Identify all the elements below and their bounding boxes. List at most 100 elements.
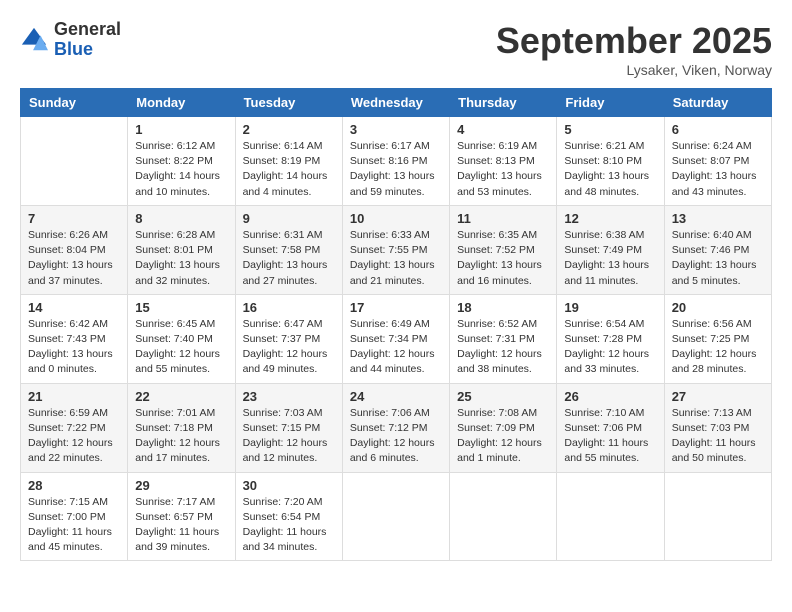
day-info: Sunrise: 7:13 AMSunset: 7:03 PMDaylight:… — [672, 406, 764, 467]
weekday-header-wednesday: Wednesday — [342, 89, 449, 117]
day-info: Sunrise: 7:17 AMSunset: 6:57 PMDaylight:… — [135, 495, 227, 556]
day-info: Sunrise: 6:31 AMSunset: 7:58 PMDaylight:… — [243, 228, 335, 289]
day-number: 14 — [28, 300, 120, 315]
title-area: September 2025 Lysaker, Viken, Norway — [496, 20, 772, 78]
day-info: Sunrise: 7:03 AMSunset: 7:15 PMDaylight:… — [243, 406, 335, 467]
day-info: Sunrise: 6:40 AMSunset: 7:46 PMDaylight:… — [672, 228, 764, 289]
day-info: Sunrise: 6:52 AMSunset: 7:31 PMDaylight:… — [457, 317, 549, 378]
day-info: Sunrise: 6:42 AMSunset: 7:43 PMDaylight:… — [28, 317, 120, 378]
calendar-cell — [664, 472, 771, 561]
day-info: Sunrise: 6:56 AMSunset: 7:25 PMDaylight:… — [672, 317, 764, 378]
calendar-cell: 3Sunrise: 6:17 AMSunset: 8:16 PMDaylight… — [342, 117, 449, 206]
calendar-week-row: 28 Sunrise: 7:15 AMSunset: 7:00 PMDayligh… — [21, 472, 772, 561]
logo-icon — [20, 26, 48, 54]
day-number: 22 — [135, 389, 227, 404]
day-number: 8 — [135, 211, 227, 226]
calendar-cell: 9Sunrise: 6:31 AMSunset: 7:58 PMDaylight… — [235, 205, 342, 294]
weekday-header-friday: Friday — [557, 89, 664, 117]
weekday-header-row: SundayMondayTuesdayWednesdayThursdayFrid… — [21, 89, 772, 117]
day-number: 20 — [672, 300, 764, 315]
calendar-week-row: 14 Sunrise: 6:42 AMSunset: 7:43 PMDayligh… — [21, 294, 772, 383]
day-number: 28 — [28, 478, 120, 493]
day-info: Sunrise: 7:15 AMSunset: 7:00 PMDaylight:… — [28, 495, 120, 556]
day-info: Sunrise: 7:01 AMSunset: 7:18 PMDaylight:… — [135, 406, 227, 467]
calendar-cell: 20 Sunrise: 6:56 AMSunset: 7:25 PMDayligh… — [664, 294, 771, 383]
calendar-cell: 21Sunrise: 6:59 AMSunset: 7:22 PMDayligh… — [21, 383, 128, 472]
calendar-cell: 5Sunrise: 6:21 AMSunset: 8:10 PMDaylight… — [557, 117, 664, 206]
calendar-cell: 24 Sunrise: 7:06 AMSunset: 7:12 PMDayligh… — [342, 383, 449, 472]
day-info: Sunrise: 6:14 AMSunset: 8:19 PMDaylight:… — [243, 139, 335, 200]
calendar-cell: 22 Sunrise: 7:01 AMSunset: 7:18 PMDayligh… — [128, 383, 235, 472]
day-number: 23 — [243, 389, 335, 404]
day-info: Sunrise: 6:38 AMSunset: 7:49 PMDaylight:… — [564, 228, 656, 289]
day-info: Sunrise: 6:47 AMSunset: 7:37 PMDaylight:… — [243, 317, 335, 378]
day-number: 1 — [135, 122, 227, 137]
calendar-cell: 25 Sunrise: 7:08 AMSunset: 7:09 PMDayligh… — [450, 383, 557, 472]
calendar-cell: 29 Sunrise: 7:17 AMSunset: 6:57 PMDayligh… — [128, 472, 235, 561]
day-info: Sunrise: 7:20 AMSunset: 6:54 PMDaylight:… — [243, 495, 335, 556]
day-info: Sunrise: 6:54 AMSunset: 7:28 PMDaylight:… — [564, 317, 656, 378]
calendar-week-row: 7 Sunrise: 6:26 AMSunset: 8:04 PMDaylight… — [21, 205, 772, 294]
calendar-cell: 30 Sunrise: 7:20 AMSunset: 6:54 PMDayligh… — [235, 472, 342, 561]
day-info: Sunrise: 7:10 AMSunset: 7:06 PMDaylight:… — [564, 406, 656, 467]
calendar-cell: 6Sunrise: 6:24 AMSunset: 8:07 PMDaylight… — [664, 117, 771, 206]
calendar-cell: 18 Sunrise: 6:52 AMSunset: 7:31 PMDayligh… — [450, 294, 557, 383]
calendar-cell: 8 Sunrise: 6:28 AMSunset: 8:01 PMDaylight… — [128, 205, 235, 294]
calendar-cell: 13 Sunrise: 6:40 AMSunset: 7:46 PMDayligh… — [664, 205, 771, 294]
day-number: 10 — [350, 211, 442, 226]
day-number: 12 — [564, 211, 656, 226]
day-info: Sunrise: 6:21 AMSunset: 8:10 PMDaylight:… — [564, 139, 656, 200]
day-number: 16 — [243, 300, 335, 315]
calendar-cell: 19Sunrise: 6:54 AMSunset: 7:28 PMDayligh… — [557, 294, 664, 383]
day-number: 27 — [672, 389, 764, 404]
weekday-header-sunday: Sunday — [21, 89, 128, 117]
weekday-header-monday: Monday — [128, 89, 235, 117]
day-number: 29 — [135, 478, 227, 493]
calendar-cell: 7 Sunrise: 6:26 AMSunset: 8:04 PMDaylight… — [21, 205, 128, 294]
day-number: 4 — [457, 122, 549, 137]
calendar-cell: 27 Sunrise: 7:13 AMSunset: 7:03 PMDayligh… — [664, 383, 771, 472]
calendar-cell — [342, 472, 449, 561]
day-number: 25 — [457, 389, 549, 404]
day-info: Sunrise: 6:12 AMSunset: 8:22 PMDaylight:… — [135, 139, 227, 200]
calendar-cell: 11Sunrise: 6:35 AMSunset: 7:52 PMDayligh… — [450, 205, 557, 294]
calendar-cell — [557, 472, 664, 561]
day-info: Sunrise: 6:33 AMSunset: 7:55 PMDaylight:… — [350, 228, 442, 289]
calendar-cell: 10 Sunrise: 6:33 AMSunset: 7:55 PMDayligh… — [342, 205, 449, 294]
calendar-cell: 2 Sunrise: 6:14 AMSunset: 8:19 PMDaylight… — [235, 117, 342, 206]
day-info: Sunrise: 7:06 AMSunset: 7:12 PMDaylight:… — [350, 406, 442, 467]
calendar-cell: 4 Sunrise: 6:19 AMSunset: 8:13 PMDaylight… — [450, 117, 557, 206]
month-title: September 2025 — [496, 20, 772, 62]
day-info: Sunrise: 6:19 AMSunset: 8:13 PMDaylight:… — [457, 139, 549, 200]
weekday-header-tuesday: Tuesday — [235, 89, 342, 117]
day-number: 21 — [28, 389, 120, 404]
logo: General Blue — [20, 20, 121, 60]
calendar-cell: 14 Sunrise: 6:42 AMSunset: 7:43 PMDayligh… — [21, 294, 128, 383]
calendar-cell: 28 Sunrise: 7:15 AMSunset: 7:00 PMDayligh… — [21, 472, 128, 561]
day-info: Sunrise: 7:08 AMSunset: 7:09 PMDaylight:… — [457, 406, 549, 467]
calendar-cell: 17Sunrise: 6:49 AMSunset: 7:34 PMDayligh… — [342, 294, 449, 383]
day-number: 15 — [135, 300, 227, 315]
day-number: 26 — [564, 389, 656, 404]
day-info: Sunrise: 6:35 AMSunset: 7:52 PMDaylight:… — [457, 228, 549, 289]
calendar-cell: 1 Sunrise: 6:12 AMSunset: 8:22 PMDaylight… — [128, 117, 235, 206]
day-number: 13 — [672, 211, 764, 226]
day-info: Sunrise: 6:28 AMSunset: 8:01 PMDaylight:… — [135, 228, 227, 289]
calendar-week-row: 1 Sunrise: 6:12 AMSunset: 8:22 PMDaylight… — [21, 117, 772, 206]
logo-text: General Blue — [54, 20, 121, 60]
day-number: 7 — [28, 211, 120, 226]
calendar-cell: 16 Sunrise: 6:47 AMSunset: 7:37 PMDayligh… — [235, 294, 342, 383]
page-header: General Blue September 2025 Lysaker, Vik… — [20, 20, 772, 78]
day-info: Sunrise: 6:26 AMSunset: 8:04 PMDaylight:… — [28, 228, 120, 289]
calendar-cell: 26 Sunrise: 7:10 AMSunset: 7:06 PMDayligh… — [557, 383, 664, 472]
day-number: 24 — [350, 389, 442, 404]
day-number: 18 — [457, 300, 549, 315]
calendar-cell — [21, 117, 128, 206]
day-number: 17 — [350, 300, 442, 315]
day-number: 2 — [243, 122, 335, 137]
logo-general-text: General — [54, 20, 121, 40]
calendar-table: SundayMondayTuesdayWednesdayThursdayFrid… — [20, 88, 772, 561]
day-number: 30 — [243, 478, 335, 493]
day-info: Sunrise: 6:17 AMSunset: 8:16 PMDaylight:… — [350, 139, 442, 200]
day-info: Sunrise: 6:45 AMSunset: 7:40 PMDaylight:… — [135, 317, 227, 378]
